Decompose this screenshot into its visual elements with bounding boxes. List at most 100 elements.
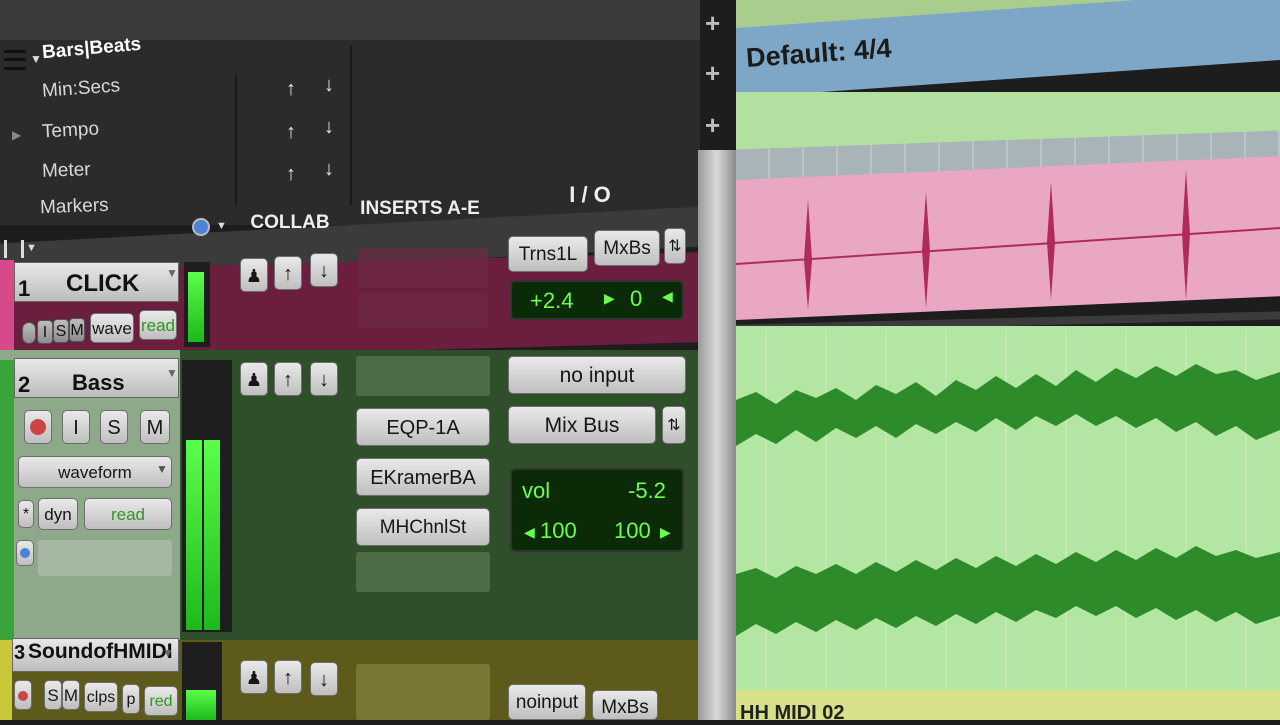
track-2-comment-field[interactable] (38, 540, 172, 576)
io-header: I / O (569, 182, 611, 207)
tempo-down-button[interactable]: ↓ (313, 110, 345, 144)
clock-icon[interactable] (192, 218, 210, 236)
add-tempo-plus-icon[interactable]: + (705, 60, 720, 86)
meter-up-button[interactable]: ↑ (275, 157, 307, 191)
track-1-color-strip (0, 260, 14, 355)
track-3-collab-user-icon[interactable]: ♟ (240, 660, 268, 694)
track-2-collab-up-button[interactable]: ↑ (274, 362, 302, 396)
track-2-insert-3[interactable]: MHChnlSt (356, 508, 490, 546)
track-2-output-selector[interactable]: Mix Bus (508, 406, 656, 444)
track-2-automation-selector[interactable]: read (84, 498, 172, 530)
track-3-insert-slots[interactable] (356, 664, 490, 720)
track-1-record-button[interactable] (22, 322, 36, 344)
track-3-number: 3 (14, 642, 26, 664)
panel-divider[interactable] (698, 150, 736, 720)
track-1-meter-level (188, 272, 204, 342)
track-2-vol-label: vol (522, 478, 551, 503)
track-2-pan-right-icon[interactable]: ▶ (660, 524, 671, 541)
track-1-insert-slots[interactable] (358, 248, 488, 288)
track-1-pan-left-icon[interactable]: ▶ (604, 290, 615, 307)
ruler-menu-icon[interactable] (4, 50, 26, 70)
min-secs-down-button[interactable]: ↓ (313, 68, 345, 102)
track-2-insert-empty-2[interactable] (356, 552, 490, 592)
track-2-output-grip-icon[interactable]: ⇅ (662, 406, 686, 444)
track-1-view-selector[interactable]: wave (90, 313, 134, 343)
track-2-insert-2[interactable]: EKramerBA (356, 458, 490, 496)
tempo-expand-icon[interactable]: ▶ (12, 128, 21, 142)
track-1-name-arrow-icon[interactable]: ▼ (166, 266, 178, 280)
meter-down-button[interactable]: ↓ (313, 152, 345, 186)
track-1-solo-button[interactable]: S (53, 319, 69, 343)
track-2-meter-level-l (186, 440, 202, 630)
track-3-solo-button[interactable]: S (44, 680, 62, 710)
track-1-volume-value: +2.4 (530, 288, 574, 313)
bass-waveform (736, 330, 1280, 690)
track-2-mute-button[interactable]: M (140, 410, 170, 444)
track-2-input-button[interactable]: I (62, 410, 90, 444)
ruler-divider-2 (350, 45, 352, 205)
track-3-name-arrow-icon[interactable]: ▼ (162, 646, 174, 660)
track-2-meter-level-r (204, 440, 220, 630)
track-3-collab-up-button[interactable]: ↑ (274, 660, 302, 694)
add-ruler-plus-icon[interactable]: + (705, 10, 720, 36)
track-3-color-strip (0, 640, 12, 720)
track-2-pan-right-value: 100 (614, 518, 651, 543)
track-3-mute-button[interactable]: M (62, 680, 80, 710)
click-waveform (736, 170, 1280, 310)
track-2-dyn-button[interactable]: dyn (38, 498, 78, 530)
track-2-view-arrow-icon[interactable]: ▼ (156, 462, 168, 476)
track-list-arrow-icon[interactable]: ▼ (26, 242, 37, 254)
track-1-output-grip-icon[interactable]: ⇅ (664, 228, 686, 264)
collab-header: COLLAB (250, 212, 330, 233)
track-1-output-selector[interactable]: MxBs (594, 230, 660, 266)
track-3-automation-selector[interactable]: red (144, 686, 178, 716)
track-list-icon[interactable] (4, 240, 24, 258)
track-1-pan-value: 0 (630, 286, 643, 311)
track-2-number: 2 (18, 372, 31, 397)
track-2-solo-button[interactable]: S (100, 410, 128, 444)
track-2-color-strip (0, 360, 14, 640)
track-3-input-selector[interactable]: noinput (508, 684, 586, 720)
track-1-input-selector[interactable]: Trns1L (508, 236, 588, 272)
track-2-collab-user-icon[interactable]: ♟ (240, 362, 268, 396)
track-2-asterisk-button[interactable]: * (18, 500, 34, 528)
inserts-header: INSERTS A-E (360, 198, 480, 219)
track-3-name[interactable]: SoundofHMIDI (28, 640, 173, 664)
track-1-number: 1 (18, 276, 31, 301)
track-3-view-selector[interactable]: clps (84, 682, 118, 712)
ruler-menu-arrow-icon[interactable]: ▼ (30, 52, 42, 66)
track-3-view2-selector[interactable]: p (122, 684, 140, 714)
min-secs-up-button[interactable]: ↑ (275, 72, 307, 106)
track-1-insert-slots-b[interactable] (358, 292, 488, 328)
track-2-view-selector[interactable]: waveform (18, 456, 172, 488)
track-2-pan-left-icon[interactable]: ◀ (524, 524, 535, 541)
track-2-pan-left-value: 100 (540, 518, 577, 543)
track-2-name[interactable]: Bass (72, 370, 125, 396)
add-marker-plus-icon[interactable]: + (705, 112, 720, 138)
track-2-record-button[interactable] (24, 410, 52, 444)
track-2-insert-empty[interactable] (356, 356, 490, 396)
track-1-input-button[interactable]: I (37, 320, 53, 344)
track-1-name[interactable]: CLICK (66, 270, 139, 298)
track-2-clock-icon[interactable] (16, 540, 34, 566)
ruler-panel-top (0, 0, 700, 40)
track-2-insert-1[interactable]: EQP-1A (356, 408, 490, 446)
track-1-collab-down-button[interactable]: ↓ (310, 253, 338, 287)
track-3-record-button[interactable] (14, 680, 32, 710)
track-2-collab-down-button[interactable]: ↓ (310, 362, 338, 396)
track-1-collab-user-icon[interactable]: ♟ (240, 258, 268, 292)
clock-arrow-icon[interactable]: ▼ (216, 220, 227, 232)
ruler-markers[interactable]: Markers (40, 195, 109, 219)
track-2-input-selector[interactable]: no input (508, 356, 686, 394)
ruler-tempo[interactable]: Tempo (41, 119, 99, 144)
tempo-up-button[interactable]: ↑ (275, 115, 307, 149)
track-1-mute-button[interactable]: M (69, 318, 85, 342)
ruler-divider (235, 75, 237, 205)
track-1-pan-right-icon[interactable]: ◀ (662, 288, 673, 305)
ruler-meter[interactable]: Meter (42, 159, 91, 183)
track-2-name-arrow-icon[interactable]: ▼ (166, 366, 178, 380)
track-1-automation-selector[interactable]: read (139, 310, 177, 340)
track-1-collab-up-button[interactable]: ↑ (274, 256, 302, 290)
track-3-output-selector[interactable]: MxBs (592, 690, 658, 720)
track-3-collab-down-button[interactable]: ↓ (310, 662, 338, 696)
